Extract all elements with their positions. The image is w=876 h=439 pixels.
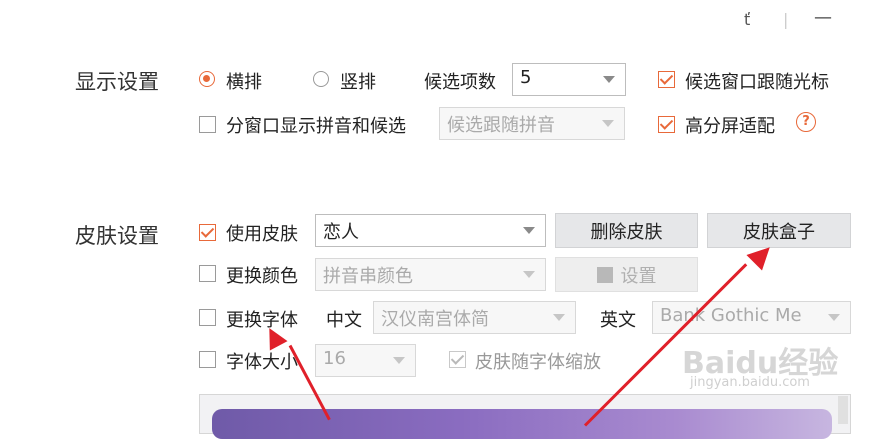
pin-icon[interactable]: ť (744, 10, 750, 29)
chevron-down-icon (523, 271, 535, 278)
skin-box-button[interactable]: 皮肤盒子 (707, 213, 851, 248)
chevron-down-icon (602, 120, 614, 127)
chevron-down-icon (553, 314, 565, 321)
vertical-label[interactable]: 竖排 (340, 68, 376, 94)
split-mode-select: 候选跟随拼音 (439, 107, 625, 140)
font-size-value: 16 (323, 348, 346, 369)
chevron-down-icon (393, 357, 405, 364)
change-color-checkbox[interactable] (199, 265, 216, 282)
skin-follow-font-checkbox (449, 351, 466, 368)
display-settings-title: 显示设置 (75, 70, 159, 94)
english-font-value: Bank Gothic Me (660, 305, 802, 326)
chinese-font-value: 汉仪南宫体简 (381, 309, 489, 330)
delete-skin-button[interactable]: 删除皮肤 (555, 213, 698, 248)
chinese-font-select: 汉仪南宫体简 (373, 301, 576, 334)
skin-settings-title: 皮肤设置 (75, 224, 159, 248)
help-icon[interactable]: ? (796, 112, 816, 132)
candidates-count-label: 候选项数 (424, 72, 496, 93)
chevron-down-icon (603, 76, 615, 83)
color-select: 拼音串颜色 (315, 258, 546, 291)
split-mode-value: 候选跟随拼音 (447, 115, 555, 136)
skin-preview-image (212, 409, 832, 439)
follow-cursor-checkbox[interactable] (658, 71, 675, 88)
candidates-count-value: 5 (520, 67, 532, 88)
change-font-label[interactable]: 更换字体 (226, 306, 298, 332)
watermark-url: jingyan.baidu.com (690, 375, 810, 390)
follow-cursor-label[interactable]: 候选窗口跟随光标 (685, 68, 829, 94)
skin-value: 恋人 (323, 222, 359, 243)
color-value: 拼音串颜色 (323, 266, 413, 287)
color-swatch-icon (596, 266, 613, 283)
font-size-checkbox[interactable] (199, 351, 216, 368)
color-settings-label: 设置 (620, 265, 657, 287)
change-color-label[interactable]: 更换颜色 (226, 262, 298, 288)
high-dpi-checkbox[interactable] (658, 116, 675, 133)
candidates-count-select[interactable]: 5 (512, 63, 626, 96)
horizontal-radio[interactable] (199, 71, 215, 87)
chevron-down-icon (828, 314, 840, 321)
use-skin-checkbox[interactable] (199, 224, 216, 241)
font-size-label[interactable]: 字体大小 (226, 348, 298, 374)
vertical-radio[interactable] (313, 71, 329, 87)
font-size-select: 16 (315, 344, 416, 377)
high-dpi-label[interactable]: 高分屏适配 (685, 112, 775, 138)
color-settings-button: 设置 (555, 257, 698, 292)
use-skin-label[interactable]: 使用皮肤 (226, 220, 298, 246)
horizontal-label[interactable]: 横排 (226, 68, 262, 94)
english-font-label: 英文 (600, 310, 636, 331)
chinese-font-label: 中文 (326, 310, 362, 331)
skin-follow-font-label: 皮肤随字体缩放 (475, 352, 601, 373)
title-separator: | (783, 10, 789, 29)
change-font-checkbox[interactable] (199, 309, 216, 326)
scrollbar[interactable] (838, 396, 848, 424)
skin-select[interactable]: 恋人 (315, 214, 546, 247)
skin-preview-frame (199, 394, 851, 439)
split-window-label[interactable]: 分窗口显示拼音和候选 (226, 112, 406, 138)
minimize-button[interactable]: — (814, 7, 832, 28)
chevron-down-icon (523, 227, 535, 234)
split-window-checkbox[interactable] (199, 116, 216, 133)
